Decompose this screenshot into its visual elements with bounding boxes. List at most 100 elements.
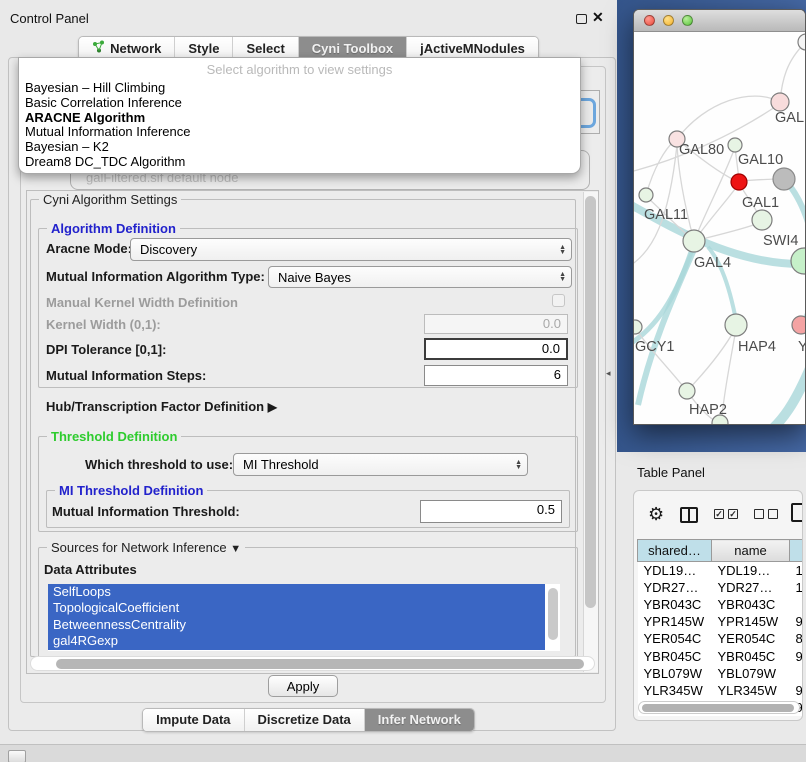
column-header[interactable] bbox=[790, 540, 804, 562]
table-cell[interactable]: YPR145W bbox=[638, 613, 712, 630]
apply-button[interactable]: Apply bbox=[268, 675, 338, 697]
document-icon[interactable] bbox=[791, 503, 803, 522]
manual-kernel-checkbox[interactable] bbox=[552, 294, 565, 307]
algorithm-option[interactable]: Dream8 DC_TDC Algorithm bbox=[19, 155, 580, 170]
attribute-item[interactable]: gal4RGexp bbox=[48, 633, 545, 649]
network-node[interactable] bbox=[752, 210, 772, 230]
network-edge[interactable] bbox=[694, 147, 735, 241]
network-node[interactable] bbox=[725, 314, 747, 336]
column-header[interactable]: name bbox=[712, 540, 790, 562]
network-node[interactable] bbox=[639, 188, 653, 202]
kernel-width-input[interactable]: 0.0 bbox=[424, 314, 568, 334]
table-cell[interactable]: YBL079W bbox=[712, 665, 790, 682]
table-row[interactable]: YBL079WYBL079W bbox=[638, 665, 804, 682]
close-traffic-light-icon[interactable] bbox=[644, 15, 655, 26]
attribute-item[interactable]: TopologicalCoefficient bbox=[48, 600, 545, 616]
table-cell[interactable]: YDR27… bbox=[712, 579, 790, 596]
table-cell[interactable]: 12 bbox=[790, 579, 804, 596]
table-cell[interactable]: 9. bbox=[790, 613, 804, 630]
table-cell[interactable] bbox=[790, 596, 804, 613]
table-row[interactable]: YER054CYER054C8. bbox=[638, 630, 804, 647]
table-hscrollbar[interactable] bbox=[638, 701, 800, 714]
table-cell[interactable]: YLR345W bbox=[638, 682, 712, 699]
table-cell[interactable]: YER054C bbox=[712, 630, 790, 647]
corner-widget-icon[interactable] bbox=[8, 750, 26, 762]
attribute-item[interactable]: BetweennessCentrality bbox=[48, 617, 545, 633]
network-node[interactable] bbox=[791, 248, 806, 274]
algorithm-option[interactable]: Mutual Information Inference bbox=[19, 125, 580, 140]
which-threshold-combo[interactable]: MI Threshold ▲▼ bbox=[233, 453, 528, 476]
mi-threshold-input[interactable]: 0.5 bbox=[420, 500, 562, 523]
table-cell[interactable]: 13 bbox=[790, 562, 804, 579]
table-cell[interactable]: 9. bbox=[790, 682, 804, 699]
algorithm-option[interactable]: Bayesian – Hill Climbing bbox=[19, 81, 580, 96]
table-hscrollbar-thumb[interactable] bbox=[642, 704, 794, 712]
table-cell[interactable]: YBR043C bbox=[712, 596, 790, 613]
tab-infer-network[interactable]: Infer Network bbox=[365, 709, 474, 731]
float-window-icon[interactable] bbox=[576, 14, 587, 24]
table-cell[interactable] bbox=[790, 665, 804, 682]
table-header-row[interactable]: shared…name bbox=[638, 540, 804, 562]
table-row[interactable]: YDR27…YDR27…12 bbox=[638, 579, 804, 596]
table-cell[interactable]: YBL079W bbox=[638, 665, 712, 682]
table-row[interactable]: YDL19…YDL19…13 bbox=[638, 562, 804, 579]
table-cell[interactable]: YPR145W bbox=[712, 613, 790, 630]
network-window-titlebar[interactable] bbox=[634, 10, 805, 32]
data-attributes-list[interactable]: SelfLoopsTopologicalCoefficientBetweenne… bbox=[48, 584, 560, 651]
node-attribute-table[interactable]: shared…name YDL19…YDL19…13YDR27…YDR27…12… bbox=[637, 539, 803, 716]
checked-checkbox-icon[interactable]: ✓ bbox=[714, 509, 724, 519]
network-edge[interactable] bbox=[762, 351, 806, 425]
network-node[interactable] bbox=[773, 168, 795, 190]
checked-checkbox-icon[interactable]: ✓ bbox=[728, 509, 738, 519]
network-node[interactable] bbox=[683, 230, 705, 252]
tab-impute-data[interactable]: Impute Data bbox=[143, 709, 244, 731]
network-node[interactable] bbox=[798, 34, 806, 50]
sources-toggle[interactable]: Sources for Network Inference ▼ bbox=[47, 540, 245, 555]
table-row[interactable]: YLR345WYLR345W9. bbox=[638, 682, 804, 699]
table-cell[interactable]: YDL19… bbox=[638, 562, 712, 579]
table-row[interactable]: YPR145WYPR145W9. bbox=[638, 613, 804, 630]
network-edge[interactable] bbox=[677, 96, 780, 139]
hub-definition-toggle[interactable]: Hub/Transcription Factor Definition ▶ bbox=[46, 399, 277, 414]
table-cell[interactable]: YBR045C bbox=[712, 647, 790, 664]
minimize-traffic-light-icon[interactable] bbox=[663, 15, 674, 26]
split-columns-icon[interactable] bbox=[680, 507, 698, 523]
table-cell[interactable]: 9. bbox=[790, 647, 804, 664]
settings-vscrollbar-thumb[interactable] bbox=[585, 196, 596, 608]
network-window[interactable]: GALGAL80GAL10GAL1GAL11SWI4GAL4GCY1HAP4YH… bbox=[633, 9, 806, 425]
network-node[interactable] bbox=[792, 316, 806, 334]
splitpane-collapse-icon[interactable]: ◂ bbox=[606, 368, 611, 379]
table-row[interactable]: YBR043CYBR043C bbox=[638, 596, 804, 613]
attribute-item[interactable]: SelfLoops bbox=[48, 584, 545, 600]
algorithm-option[interactable]: Basic Correlation Inference bbox=[19, 96, 580, 111]
gear-icon[interactable]: ⚙ bbox=[648, 505, 664, 523]
network-node[interactable] bbox=[728, 138, 742, 152]
table-cell[interactable]: YLR345W bbox=[712, 682, 790, 699]
table-cell[interactable]: YBR043C bbox=[638, 596, 712, 613]
table-cell[interactable]: YDL19… bbox=[712, 562, 790, 579]
network-node[interactable] bbox=[771, 93, 789, 111]
tab-discretize-data[interactable]: Discretize Data bbox=[245, 709, 365, 731]
table-cell[interactable]: YBR045C bbox=[638, 647, 712, 664]
network-edge[interactable] bbox=[687, 329, 735, 391]
column-header[interactable]: shared… bbox=[638, 540, 712, 562]
table-row[interactable]: YBR045CYBR045C9. bbox=[638, 647, 804, 664]
close-icon[interactable]: ✕ bbox=[592, 9, 604, 26]
unchecked-checkbox-icon[interactable] bbox=[768, 509, 778, 519]
mi-type-combo[interactable]: Naive Bayes ▲▼ bbox=[268, 266, 572, 288]
settings-hscrollbar-thumb[interactable] bbox=[56, 659, 584, 669]
network-node[interactable] bbox=[679, 383, 695, 399]
algorithm-option[interactable]: ARACNE Algorithm bbox=[19, 111, 580, 126]
network-node[interactable] bbox=[634, 320, 642, 334]
attributes-vscrollbar-thumb[interactable] bbox=[548, 588, 558, 640]
dpi-tolerance-input[interactable]: 0.0 bbox=[424, 338, 568, 360]
table-cell[interactable]: 8. bbox=[790, 630, 804, 647]
network-edge[interactable] bbox=[780, 42, 806, 101]
network-canvas[interactable]: GALGAL80GAL10GAL1GAL11SWI4GAL4GCY1HAP4YH… bbox=[634, 33, 806, 425]
table-cell[interactable]: YER054C bbox=[638, 630, 712, 647]
mi-steps-input[interactable]: 6 bbox=[424, 365, 568, 386]
algorithm-option[interactable]: Bayesian – K2 bbox=[19, 140, 580, 155]
zoom-traffic-light-icon[interactable] bbox=[682, 15, 693, 26]
table-cell[interactable]: YDR27… bbox=[638, 579, 712, 596]
unchecked-checkbox-icon[interactable] bbox=[754, 509, 764, 519]
